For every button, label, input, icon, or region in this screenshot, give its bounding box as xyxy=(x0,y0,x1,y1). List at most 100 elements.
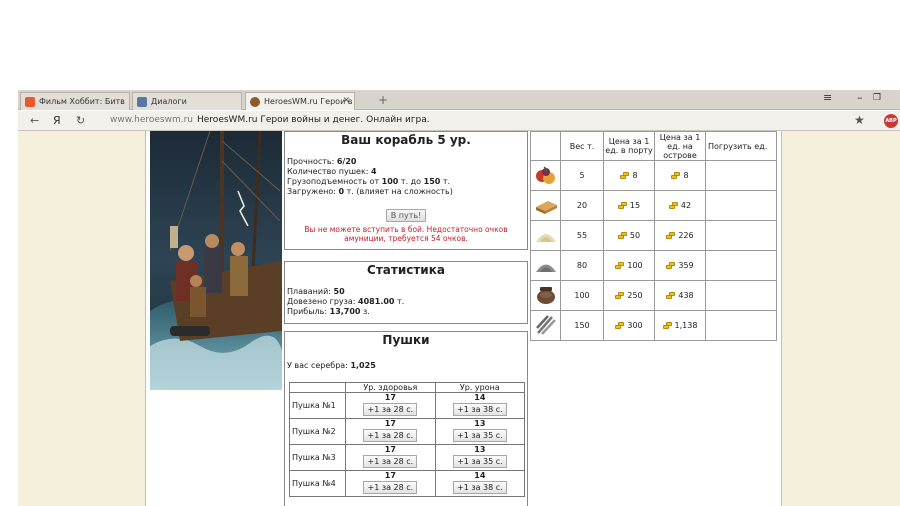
page-title: HeroesWM.ru Герои войны и денег. Онлайн … xyxy=(197,115,430,125)
gold-icon xyxy=(615,292,626,299)
upgrade-damage-button[interactable]: +1 за 38 с. xyxy=(452,403,507,416)
upgrade-damage-button[interactable]: +1 за 38 с. xyxy=(452,481,507,494)
upgrade-health-button[interactable]: +1 за 28 с. xyxy=(363,429,418,442)
wood-icon xyxy=(530,190,561,221)
damage-level: 13 xyxy=(474,445,486,454)
cargo-table: Вес т. Цена за 1 ед. в порту Цена за 1 е… xyxy=(530,131,777,341)
upgrade-health-button[interactable]: +1 за 28 с. xyxy=(363,481,418,494)
new-tab-button[interactable]: + xyxy=(378,93,388,107)
cargo-load-cell[interactable] xyxy=(705,250,777,281)
vk-icon xyxy=(25,97,35,107)
cargo-island-price: 438 xyxy=(654,280,706,311)
cargo-port-price: 8 xyxy=(603,160,655,191)
tab-label: Фильм Хоббит: Битв xyxy=(39,97,125,106)
minimize-icon[interactable]: – xyxy=(857,91,863,104)
col-port-price: Цена за 1 ед. в порту xyxy=(603,131,655,161)
col-health: Ур. здоровья xyxy=(345,382,436,393)
stat-profit: Прибыль: 13,700 з. xyxy=(287,307,370,316)
upgrade-health-button[interactable]: +1 за 28 с. xyxy=(363,403,418,416)
gun-name: Пушка №1 xyxy=(289,392,346,419)
col-weight: Вес т. xyxy=(560,131,604,161)
table-row: Пушка №2 17 +1 за 28 с. 13 +1 за 35 с. xyxy=(289,418,526,445)
adblock-icon[interactable]: ABP xyxy=(884,114,898,128)
set-sail-button[interactable]: В путь! xyxy=(385,209,427,222)
damage-level: 14 xyxy=(474,393,486,402)
ship-capacity: Грузоподъемность от 100 т. до 150 т. xyxy=(287,177,451,186)
cargo-load-cell[interactable] xyxy=(705,280,777,311)
tab-dialogs[interactable]: Диалоги xyxy=(132,92,242,110)
browser-menu-icon[interactable]: ≡ xyxy=(823,91,832,104)
gun-name: Пушка №4 xyxy=(289,470,346,497)
table-row: 100 250 438 xyxy=(530,280,777,311)
cargo-load-cell[interactable] xyxy=(705,220,777,251)
gold-icon xyxy=(617,232,629,239)
table-row: Пушка №4 17 +1 за 28 с. 14 +1 за 38 с. xyxy=(289,470,526,497)
fruit-icon xyxy=(530,160,561,191)
damage-level: 13 xyxy=(474,419,486,428)
bookmark-star-icon[interactable]: ★ xyxy=(854,113,865,127)
ship-panel: Ваш корабль 5 ур. Прочность: 6/20 Количе… xyxy=(284,131,528,250)
table-row: Пушка №3 17 +1 за 28 с. 13 +1 за 35 с. xyxy=(289,444,526,471)
url-field[interactable]: www.heroeswm.ru HeroesWM.ru Герои войны и… xyxy=(110,115,430,125)
browser-tab-bar: Фильм Хоббит: Битв Диалоги HeroesWM.ru Г… xyxy=(18,90,900,110)
gold-icon xyxy=(666,292,677,299)
blank-area xyxy=(0,0,900,90)
sulfur-icon xyxy=(530,220,561,251)
col-load: Погрузить ед. xyxy=(705,131,777,161)
gold-icon xyxy=(620,172,631,179)
silver-balance: У вас серебра: 1,025 xyxy=(287,361,376,370)
upgrade-damage-button[interactable]: +1 за 35 с. xyxy=(452,429,507,442)
guns-table: Ур. здоровья Ур. урона Пушка №1 17 +1 за … xyxy=(289,382,526,497)
cargo-load-cell[interactable] xyxy=(705,160,777,191)
tab-label: Диалоги xyxy=(151,97,187,106)
page-background: Ваш корабль 5 ур. Прочность: 6/20 Количе… xyxy=(18,131,900,506)
cargo-port-price: 100 xyxy=(603,250,655,281)
close-icon[interactable]: ✕ xyxy=(342,96,350,106)
back-icon[interactable]: ← xyxy=(30,114,39,127)
cargo-port-price: 250 xyxy=(603,280,655,311)
ship-gun-count: Количество пушек: 4 xyxy=(287,167,377,176)
guns-title: Пушки xyxy=(382,333,430,347)
col-damage: Ур. урона xyxy=(434,382,526,393)
gold-icon xyxy=(617,202,629,209)
cargo-weight: 5 xyxy=(560,160,604,191)
iron-bars-icon xyxy=(530,310,561,341)
upgrade-health-button[interactable]: +1 за 28 с. xyxy=(363,455,418,468)
damage-level: 14 xyxy=(474,471,486,480)
ammo-error-message: Вы не можете вступить в бой. Недостаточн… xyxy=(304,225,508,243)
gold-icon xyxy=(666,232,677,239)
pirate-ship-picture xyxy=(150,131,282,390)
cargo-weight: 55 xyxy=(560,220,604,251)
cargo-load-cell[interactable] xyxy=(705,310,777,341)
restore-icon[interactable]: ❐ xyxy=(873,93,881,103)
gun-name: Пушка №3 xyxy=(289,444,346,471)
gold-icon xyxy=(615,262,626,269)
gold-icon xyxy=(671,172,682,179)
guns-table-header: Ур. здоровья Ур. урона xyxy=(289,382,526,393)
tab-label: HeroesWM.ru Герои в xyxy=(264,97,353,106)
health-level: 17 xyxy=(384,419,396,428)
health-level: 17 xyxy=(384,393,396,402)
cargo-island-price: 359 xyxy=(654,250,706,281)
cargo-load-cell[interactable] xyxy=(705,190,777,221)
table-row: 5 8 8 xyxy=(530,160,777,191)
yandex-icon[interactable]: Я xyxy=(53,114,61,127)
upgrade-damage-button[interactable]: +1 за 35 с. xyxy=(452,455,507,468)
ore-icon xyxy=(530,250,561,281)
table-row: 55 50 226 xyxy=(530,220,777,251)
tab-hobbit[interactable]: Фильм Хоббит: Битв xyxy=(20,92,130,110)
table-row: Пушка №1 17 +1 за 28 с. 14 +1 за 38 с. xyxy=(289,392,526,419)
cargo-island-price: 42 xyxy=(654,190,706,221)
tab-heroeswm[interactable]: HeroesWM.ru Герои в ✕ xyxy=(245,92,355,110)
cargo-port-price: 50 xyxy=(603,220,655,251)
ship-title: Ваш корабль 5 ур. xyxy=(341,133,471,147)
gold-icon xyxy=(662,322,674,329)
cargo-table-header: Вес т. Цена за 1 ед. в порту Цена за 1 е… xyxy=(530,131,777,161)
statistics-panel: Статистика Плаваний: 50 Довезено груза: … xyxy=(284,261,528,324)
health-level: 17 xyxy=(384,445,396,454)
cargo-port-price: 300 xyxy=(603,310,655,341)
pot-icon xyxy=(530,280,561,311)
ship-loaded: Загружено: 0 т. (влияет на сложность) xyxy=(287,187,453,196)
guns-panel: Пушки У вас серебра: 1,025 Ур. здоровья … xyxy=(284,331,528,506)
reload-icon[interactable]: ↻ xyxy=(76,114,85,127)
